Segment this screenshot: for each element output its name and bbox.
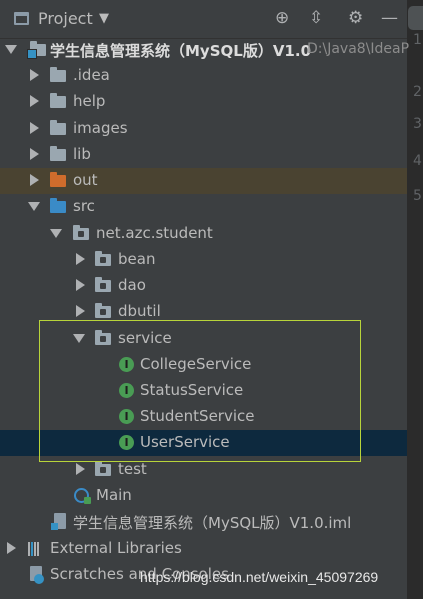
folder-icon xyxy=(50,120,66,135)
scratches-icon xyxy=(30,566,44,584)
line-number: 3 xyxy=(413,116,422,132)
tree-item-label: CollegeService xyxy=(140,355,252,373)
collapse-arrow-icon[interactable] xyxy=(30,69,39,81)
collapse-arrow-icon[interactable] xyxy=(76,279,85,291)
package-icon xyxy=(95,303,111,318)
expand-arrow-icon[interactable] xyxy=(5,45,17,54)
collapse-arrow-icon[interactable] xyxy=(30,95,39,107)
interface-icon: I xyxy=(119,357,134,372)
line-number: 2 xyxy=(413,84,422,100)
settings-gear-icon[interactable]: ⚙ xyxy=(348,8,363,28)
folder-icon xyxy=(50,67,66,82)
iml-file-icon xyxy=(51,513,66,530)
tree-item-college-service[interactable]: I CollegeService xyxy=(0,352,407,378)
tree-item-label: images xyxy=(73,119,128,137)
tree-item-src[interactable]: src xyxy=(0,194,407,220)
tree-item-status-service[interactable]: I StatusService xyxy=(0,378,407,404)
tree-item-user-service[interactable]: I UserService xyxy=(0,430,407,456)
collapse-arrow-icon[interactable] xyxy=(7,542,16,554)
tree-item-label: test xyxy=(118,460,147,478)
folder-icon xyxy=(50,93,66,108)
dropdown-caret-icon[interactable]: ▼ xyxy=(99,11,109,26)
tree-item-label: 学生信息管理系统（MySQL版）V1.0.iml xyxy=(73,514,352,532)
editor-gutter: 1 2 3 4 5 xyxy=(407,0,423,599)
tree-item-bean[interactable]: bean xyxy=(0,247,407,273)
collapse-arrow-icon[interactable] xyxy=(30,174,39,186)
folder-icon xyxy=(50,146,66,161)
tree-item-label: bean xyxy=(118,250,156,268)
package-icon xyxy=(95,277,111,292)
tree-item-student-service[interactable]: I StudentService xyxy=(0,404,407,430)
collapse-all-icon[interactable]: ⇳ xyxy=(309,8,323,28)
project-path: D:\Java8\IdeaP xyxy=(307,41,410,57)
tree-item-label: help xyxy=(73,92,106,110)
watermark-url: https://blog.csdn.net/weixin_45097269 xyxy=(140,569,379,585)
libraries-icon xyxy=(28,542,44,556)
tree-item-label: StudentService xyxy=(140,407,255,425)
line-number: 5 xyxy=(413,188,422,204)
tree-item-lib[interactable]: lib xyxy=(0,142,407,168)
collapse-arrow-icon[interactable] xyxy=(30,122,39,134)
tree-item-package[interactable]: net.azc.student xyxy=(0,221,407,247)
package-icon xyxy=(95,330,111,345)
source-folder-icon xyxy=(50,198,66,213)
tree-item-images[interactable]: images xyxy=(0,116,407,142)
tree-item-iml[interactable]: 学生信息管理系统（MySQL版）V1.0.iml xyxy=(0,509,407,535)
tree-item-label: StatusService xyxy=(140,381,244,399)
tree-item-idea[interactable]: .idea xyxy=(0,63,407,89)
tree-item-dao[interactable]: dao xyxy=(0,273,407,299)
package-icon xyxy=(95,251,111,266)
package-icon xyxy=(73,225,89,240)
line-number: 4 xyxy=(413,153,422,169)
excluded-folder-icon xyxy=(50,172,66,187)
tree-item-label: dbutil xyxy=(118,302,161,320)
tree-item-project-root[interactable]: 学生信息管理系统（MySQL版）V1.0 D:\Java8\IdeaP xyxy=(0,37,410,63)
tree-item-label: Main xyxy=(96,486,132,504)
tree-item-help[interactable]: help xyxy=(0,89,407,115)
locate-target-icon[interactable]: ⊕ xyxy=(275,8,289,28)
tree-item-label: lib xyxy=(73,145,91,163)
module-folder-icon xyxy=(27,41,46,59)
tree-item-label: External Libraries xyxy=(50,539,182,557)
tree-item-label: out xyxy=(73,171,98,189)
package-icon xyxy=(95,461,111,476)
expand-arrow-icon[interactable] xyxy=(50,229,62,238)
tree-item-label: 学生信息管理系统（MySQL版）V1.0 xyxy=(50,42,311,60)
expand-arrow-icon[interactable] xyxy=(73,334,85,343)
project-view-icon xyxy=(14,12,29,25)
tree-item-service[interactable]: service xyxy=(0,326,407,352)
tree-item-test[interactable]: test xyxy=(0,457,407,483)
interface-icon: I xyxy=(119,435,134,450)
collapse-arrow-icon[interactable] xyxy=(30,148,39,160)
interface-icon: I xyxy=(119,383,134,398)
tree-item-out[interactable]: out xyxy=(0,168,407,194)
tree-item-label: UserService xyxy=(140,433,230,451)
collapse-arrow-icon[interactable] xyxy=(76,253,85,265)
main-class-icon xyxy=(74,488,91,504)
editor-tab[interactable] xyxy=(408,6,423,30)
tree-item-main[interactable]: Main xyxy=(0,483,407,509)
tree-item-label: service xyxy=(118,329,172,347)
tree-item-external-libraries[interactable]: External Libraries xyxy=(0,536,407,562)
line-number: 1 xyxy=(413,32,422,48)
project-toolbar: Project ▼ ⊕ ⇳ ⚙ — xyxy=(0,0,407,39)
tree-item-dbutil[interactable]: dbutil xyxy=(0,299,407,325)
interface-icon: I xyxy=(119,409,134,424)
collapse-arrow-icon[interactable] xyxy=(76,463,85,475)
collapse-arrow-icon[interactable] xyxy=(76,305,85,317)
tree-item-label: src xyxy=(73,197,95,215)
expand-arrow-icon[interactable] xyxy=(28,202,40,211)
hide-panel-icon[interactable]: — xyxy=(381,8,398,28)
tree-item-label: net.azc.student xyxy=(96,224,213,242)
project-view-title[interactable]: Project xyxy=(38,9,93,28)
tree-item-label: .idea xyxy=(73,66,110,84)
tree-item-label: dao xyxy=(118,276,146,294)
